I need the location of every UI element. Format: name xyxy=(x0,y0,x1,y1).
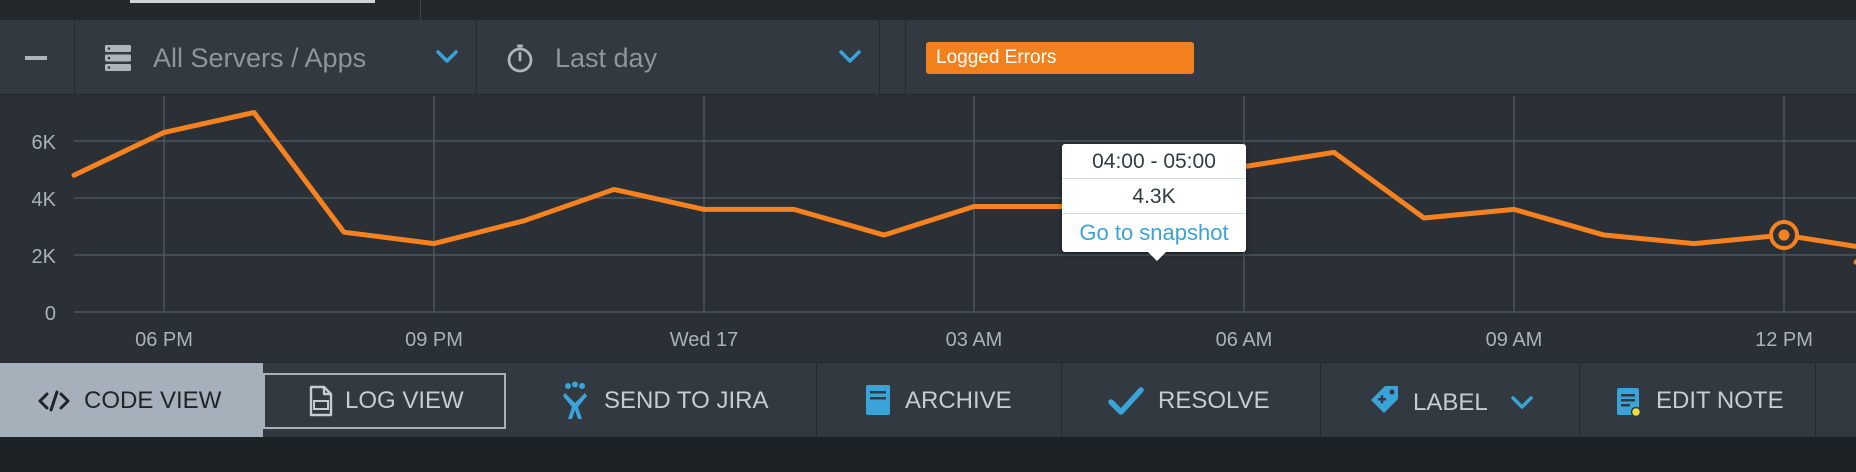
errors-chart: 0 2K 4K 6K 06 PM 09 PM Wed 17 03 AM 06 AM 09 AM 12… xyxy=(0,96,1856,362)
x-tick-label: 03 AM xyxy=(946,329,1003,351)
y-tick-label: 6K xyxy=(32,132,57,154)
archive-button[interactable]: ARCHIVE xyxy=(817,363,1061,438)
go-to-snapshot-link[interactable]: Go to snapshot xyxy=(1062,214,1246,252)
tooltip-arrow xyxy=(1146,250,1168,261)
action-toolbar: CODE VIEW LOG VIEW SEND TO JIRA ARCHIVE xyxy=(0,362,1856,438)
filter-divider xyxy=(879,20,880,95)
chevron-down-icon xyxy=(839,50,861,63)
label-dropdown-button[interactable]: LABEL xyxy=(1321,363,1579,438)
tooltip-time-range: 04:00 - 05:00 xyxy=(1062,144,1246,179)
send-to-jira-button[interactable]: SEND TO JIRA xyxy=(520,363,816,438)
checkmark-icon xyxy=(1108,387,1144,415)
jira-icon xyxy=(563,381,587,419)
logged-errors-badge[interactable]: Logged Errors xyxy=(926,42,1194,74)
chart-tooltip: 04:00 - 05:00 4.3K Go to snapshot xyxy=(1062,144,1246,261)
send-to-jira-label: SEND TO JIRA xyxy=(604,387,769,414)
minus-icon xyxy=(25,56,47,60)
code-view-label: CODE VIEW xyxy=(84,387,222,414)
resolve-label: RESOLVE xyxy=(1158,387,1270,414)
chevron-down-icon xyxy=(436,50,458,63)
ring-marker-dot xyxy=(1778,229,1790,241)
y-tick-label: 4K xyxy=(32,189,57,211)
stopwatch-icon xyxy=(507,44,533,73)
x-tick-label: 06 PM xyxy=(135,329,193,351)
filter-divider xyxy=(905,20,906,95)
active-tab-underline xyxy=(130,0,375,3)
log-view-label: LOG VIEW xyxy=(345,387,464,414)
resolve-button[interactable]: RESOLVE xyxy=(1062,363,1320,438)
label-label: LABEL xyxy=(1413,389,1488,416)
time-range-label: Last day xyxy=(555,43,658,73)
collapse-button[interactable] xyxy=(0,20,74,95)
errors-line-chart: 0 2K 4K 6K 06 PM 09 PM Wed 17 03 AM 06 AM 09 AM 12… xyxy=(32,96,1856,351)
error-detail-strip xyxy=(0,437,1856,472)
series-line xyxy=(71,110,1856,249)
servers-apps-label: All Servers / Apps xyxy=(153,43,367,73)
y-tick-label: 2K xyxy=(32,246,57,268)
toolbar-divider xyxy=(1815,363,1816,438)
archive-label: ARCHIVE xyxy=(905,387,1012,414)
code-brackets-icon xyxy=(38,390,70,412)
log-view-button[interactable]: LOG VIEW xyxy=(263,373,506,429)
filter-bar: All Servers / Apps Last day Logged Error… xyxy=(0,20,1856,95)
tag-add-icon xyxy=(1371,386,1398,413)
x-tick-label: 06 AM xyxy=(1216,329,1273,351)
chevron-down-icon xyxy=(1511,396,1533,409)
servers-apps-dropdown[interactable]: All Servers / Apps xyxy=(75,20,476,95)
x-tick-label: Wed 17 xyxy=(670,329,739,351)
edit-note-button[interactable]: EDIT NOTE xyxy=(1580,363,1815,438)
x-tick-label: 09 AM xyxy=(1486,329,1543,351)
server-stack-icon xyxy=(105,45,131,71)
y-tick-label: 0 xyxy=(45,303,56,325)
x-tick-label: 09 PM xyxy=(405,329,463,351)
archive-icon xyxy=(866,385,890,415)
x-tick-label: 12 PM xyxy=(1755,329,1813,351)
tooltip-value: 4.3K xyxy=(1062,179,1246,214)
top-strip xyxy=(0,0,1856,20)
log-file-icon xyxy=(309,385,333,417)
code-view-button[interactable]: CODE VIEW xyxy=(0,363,263,438)
time-range-dropdown[interactable]: Last day xyxy=(477,20,879,95)
top-divider xyxy=(420,0,421,20)
note-icon xyxy=(1617,388,1642,417)
edit-note-label: EDIT NOTE xyxy=(1656,387,1784,414)
